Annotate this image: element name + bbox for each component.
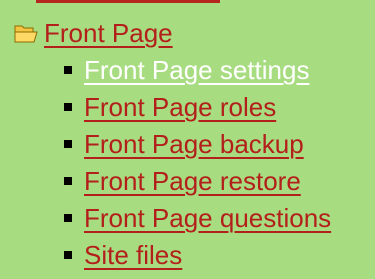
menu-item-roles: Front Page roles [64, 94, 331, 131]
front-page-folder-node[interactable]: Front Page [14, 20, 173, 46]
menu-item-restore: Front Page restore [64, 168, 331, 205]
front-page-menu-list: Front Page settings Front Page roles Fro… [64, 57, 331, 279]
clipped-previous-link-underline [36, 0, 220, 3]
square-bullet-icon [64, 66, 72, 74]
open-folder-icon [14, 25, 38, 43]
front-page-restore-link[interactable]: Front Page restore [84, 168, 301, 194]
front-page-backup-link[interactable]: Front Page backup [84, 131, 304, 157]
square-bullet-icon [64, 214, 72, 222]
menu-item-backup: Front Page backup [64, 131, 331, 168]
menu-item-settings: Front Page settings [64, 57, 331, 94]
site-files-link[interactable]: Site files [84, 242, 182, 268]
menu-item-questions: Front Page questions [64, 205, 331, 242]
square-bullet-icon [64, 140, 72, 148]
square-bullet-icon [64, 177, 72, 185]
menu-item-site-files: Site files [64, 242, 331, 279]
square-bullet-icon [64, 103, 72, 111]
square-bullet-icon [64, 251, 72, 259]
front-page-settings-link[interactable]: Front Page settings [84, 57, 309, 83]
front-page-questions-link[interactable]: Front Page questions [84, 205, 331, 231]
front-page-roles-link[interactable]: Front Page roles [84, 94, 276, 120]
front-page-folder-link[interactable]: Front Page [44, 20, 173, 46]
